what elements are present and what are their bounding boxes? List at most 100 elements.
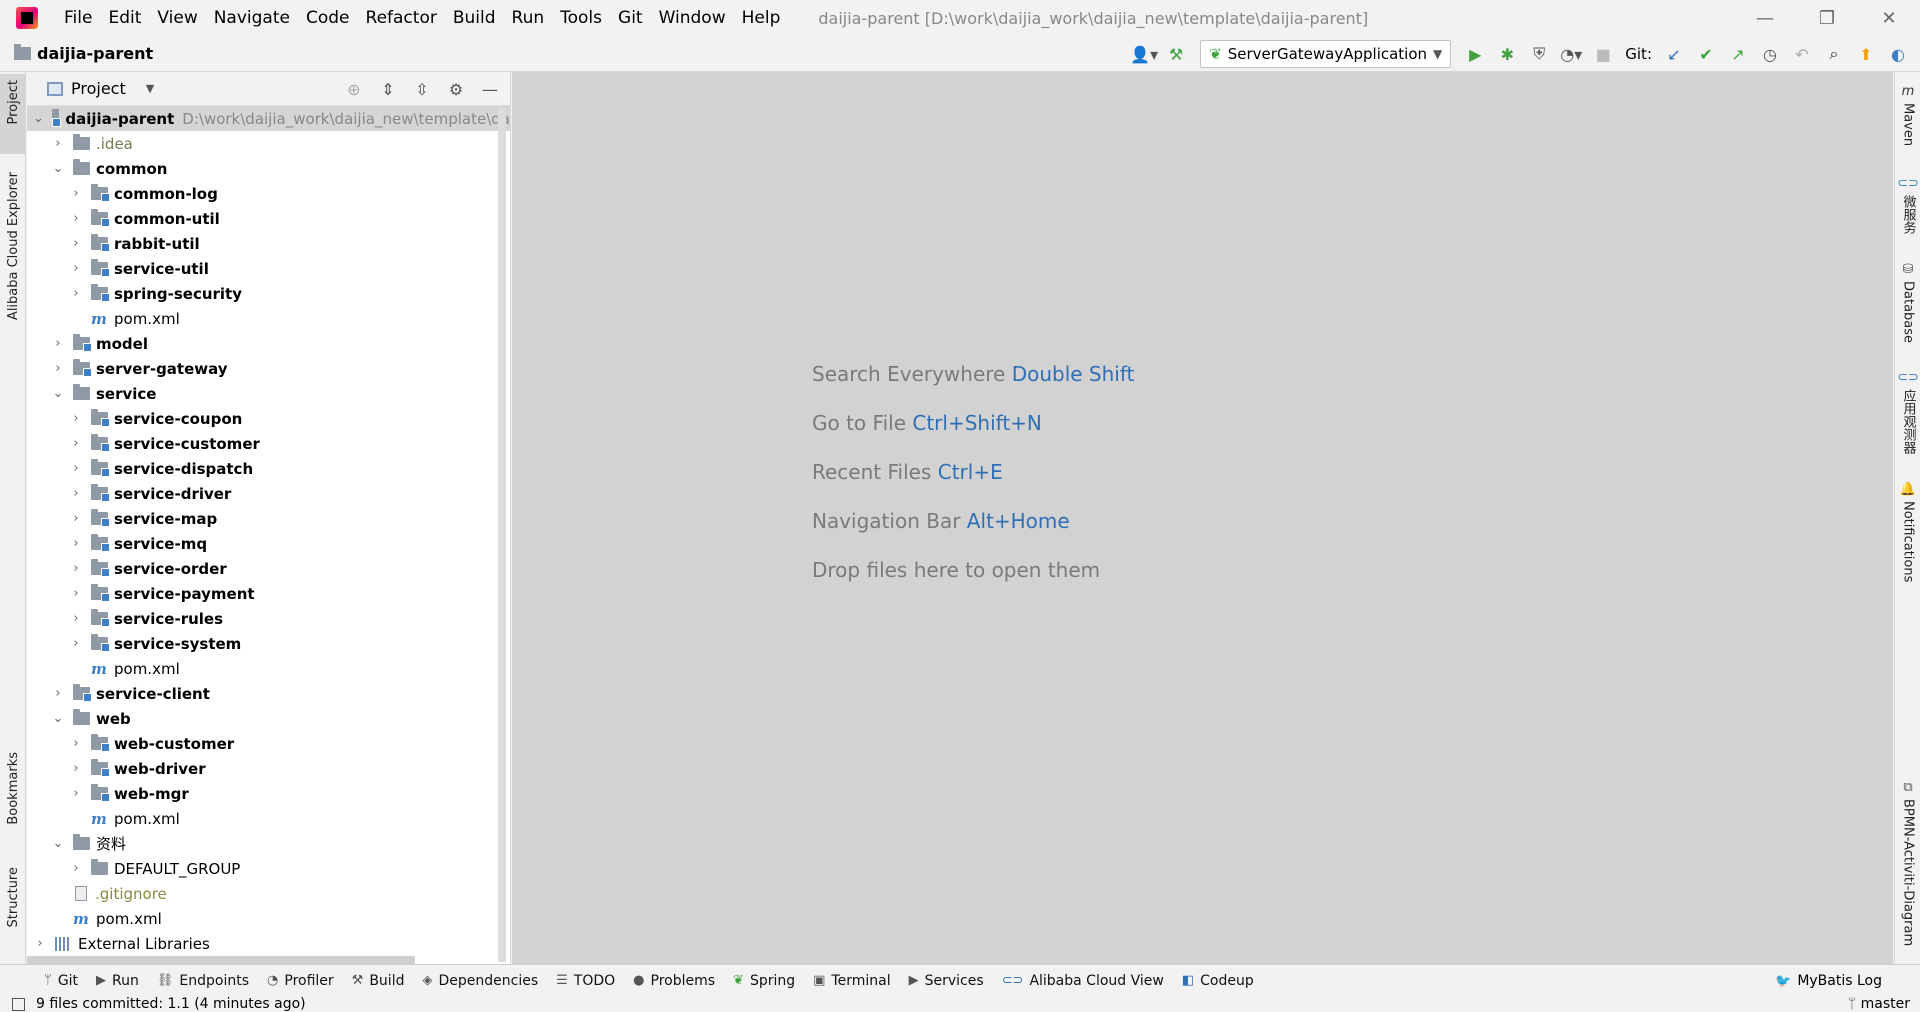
tree-node[interactable]: ⌄ service bbox=[27, 381, 510, 406]
project-view-selector[interactable]: Project ▼ bbox=[47, 79, 154, 98]
locate-icon[interactable]: ⊕ bbox=[340, 75, 368, 103]
tree-node[interactable]: › common-util bbox=[27, 206, 510, 231]
chevron-down-icon[interactable]: ⌄ bbox=[51, 161, 65, 176]
tab-notifications[interactable]: 🔔 Notifications bbox=[1895, 482, 1920, 582]
menu-item-file[interactable]: File bbox=[56, 0, 100, 36]
tree-node[interactable]: › web-customer bbox=[27, 731, 510, 756]
menu-item-git[interactable]: Git bbox=[610, 0, 651, 36]
update-icon[interactable]: ⬆ bbox=[1852, 40, 1880, 68]
tab-database[interactable]: ⛁ Database bbox=[1895, 262, 1920, 343]
tree-node[interactable]: ⌄ common bbox=[27, 156, 510, 181]
tab-project[interactable]: Project bbox=[0, 74, 26, 154]
tree-node[interactable]: › web-mgr bbox=[27, 781, 510, 806]
chevron-right-icon[interactable]: › bbox=[69, 536, 83, 551]
tool-window-endpoints[interactable]: ⛓ Endpoints bbox=[157, 973, 249, 989]
tree-node[interactable]: › service-dispatch bbox=[27, 456, 510, 481]
tree-node[interactable]: › DEFAULT_GROUP bbox=[27, 856, 510, 881]
chevron-right-icon[interactable]: › bbox=[69, 486, 83, 501]
chevron-right-icon[interactable]: › bbox=[51, 361, 65, 376]
run-icon[interactable]: ▶ bbox=[1461, 40, 1489, 68]
chevron-right-icon[interactable]: › bbox=[69, 511, 83, 526]
debug-icon[interactable]: ✱ bbox=[1493, 40, 1521, 68]
status-toggle-icon[interactable] bbox=[12, 998, 25, 1011]
tree-node[interactable]: › service-payment bbox=[27, 581, 510, 606]
run-configuration-select[interactable]: ❦ ServerGatewayApplication ▼ bbox=[1200, 40, 1452, 68]
search-icon[interactable]: ⌕ bbox=[1820, 40, 1848, 68]
tab-microservice[interactable]: ⊂⊃ 微服务 bbox=[1895, 176, 1920, 234]
tree-node[interactable]: › spring-security bbox=[27, 281, 510, 306]
chevron-right-icon[interactable]: › bbox=[69, 436, 83, 451]
chevron-right-icon[interactable]: › bbox=[51, 136, 65, 151]
toolbox-icon[interactable]: ◐ bbox=[1884, 40, 1912, 68]
tree-node[interactable]: › web-driver bbox=[27, 756, 510, 781]
chevron-right-icon[interactable]: › bbox=[51, 336, 65, 351]
restore-icon[interactable]: ❐ bbox=[1796, 0, 1858, 36]
chevron-right-icon[interactable]: › bbox=[69, 761, 83, 776]
chevron-right-icon[interactable]: › bbox=[33, 936, 47, 951]
tool-window-run[interactable]: ▶ Run bbox=[96, 973, 139, 989]
menu-item-tools[interactable]: Tools bbox=[552, 0, 610, 36]
chevron-right-icon[interactable]: › bbox=[69, 186, 83, 201]
git-push-icon[interactable]: ↗ bbox=[1724, 40, 1752, 68]
chevron-right-icon[interactable]: › bbox=[69, 586, 83, 601]
chevron-right-icon[interactable]: › bbox=[69, 261, 83, 276]
tree-node[interactable]: ›mpom.xml bbox=[27, 306, 510, 331]
menu-item-navigate[interactable]: Navigate bbox=[206, 0, 298, 36]
tree-node[interactable]: › .idea bbox=[27, 131, 510, 156]
tree-node[interactable]: › service-mq bbox=[27, 531, 510, 556]
tool-window-profiler[interactable]: ◔ Profiler bbox=[267, 973, 334, 989]
chevron-down-icon[interactable]: ⌄ bbox=[51, 711, 65, 726]
tree-node[interactable]: ⌄ 资料 bbox=[27, 831, 510, 856]
collapse-all-icon[interactable]: ⇳ bbox=[408, 75, 436, 103]
history-icon[interactable]: ◷ bbox=[1756, 40, 1784, 68]
tree-node[interactable]: › service-system bbox=[27, 631, 510, 656]
tab-app-monitor[interactable]: ⊂⊃ 应用观测器 bbox=[1895, 370, 1920, 454]
tree-node[interactable]: ⌄ web bbox=[27, 706, 510, 731]
menu-item-window[interactable]: Window bbox=[651, 0, 734, 36]
horizontal-scrollbar[interactable] bbox=[27, 956, 415, 964]
rollback-icon[interactable]: ↶ bbox=[1788, 40, 1816, 68]
chevron-right-icon[interactable]: › bbox=[69, 561, 83, 576]
tree-node[interactable]: › service-rules bbox=[27, 606, 510, 631]
chevron-right-icon[interactable]: › bbox=[69, 611, 83, 626]
git-update-icon[interactable]: ↙ bbox=[1660, 40, 1688, 68]
tree-node[interactable]: ›mpom.xml bbox=[27, 906, 510, 931]
expand-all-icon[interactable]: ⇕ bbox=[374, 75, 402, 103]
tool-window-mybatis-log[interactable]: 🐦 MyBatis Log bbox=[1775, 965, 1882, 997]
menu-item-view[interactable]: View bbox=[149, 0, 205, 36]
gear-icon[interactable]: ⚙ bbox=[442, 75, 470, 103]
tool-window-build[interactable]: ⚒ Build bbox=[352, 973, 405, 989]
tree-node[interactable]: › service-coupon bbox=[27, 406, 510, 431]
menu-item-help[interactable]: Help bbox=[734, 0, 789, 36]
chevron-down-icon[interactable]: ⌄ bbox=[33, 111, 44, 126]
chevron-right-icon[interactable]: › bbox=[69, 861, 83, 876]
git-commit-icon[interactable]: ✔ bbox=[1692, 40, 1720, 68]
tree-node[interactable]: › rabbit-util bbox=[27, 231, 510, 256]
chevron-right-icon[interactable]: › bbox=[69, 286, 83, 301]
tree-node[interactable]: › service-map bbox=[27, 506, 510, 531]
menu-item-run[interactable]: Run bbox=[504, 0, 553, 36]
menu-item-code[interactable]: Code bbox=[298, 0, 358, 36]
tool-window-codeup[interactable]: ◧ Codeup bbox=[1182, 973, 1254, 989]
tree-node[interactable]: › model bbox=[27, 331, 510, 356]
tab-alibaba-cloud-explorer[interactable]: Alibaba Cloud Explorer bbox=[0, 172, 26, 342]
menu-item-refactor[interactable]: Refactor bbox=[358, 0, 445, 36]
tab-structure[interactable]: Structure bbox=[0, 867, 26, 957]
git-branch-widget[interactable]: ᛘ master bbox=[1848, 996, 1910, 1012]
minimize-icon[interactable]: — bbox=[1734, 0, 1796, 36]
chevron-right-icon[interactable]: › bbox=[69, 211, 83, 226]
vertical-scrollbar[interactable] bbox=[498, 108, 506, 962]
tree-node[interactable]: › service-client bbox=[27, 681, 510, 706]
tree-node[interactable]: › service-order bbox=[27, 556, 510, 581]
build-hammer-icon[interactable]: ⚒ bbox=[1162, 40, 1190, 68]
status-message[interactable]: 9 files committed: 1.1 (4 minutes ago) bbox=[36, 996, 306, 1012]
chevron-right-icon[interactable]: › bbox=[69, 736, 83, 751]
chevron-down-icon[interactable]: ⌄ bbox=[51, 386, 65, 401]
tab-maven[interactable]: m Maven bbox=[1895, 84, 1920, 146]
stop-icon[interactable]: ■ bbox=[1589, 40, 1617, 68]
tool-window-alibaba-cloud-view[interactable]: ⊂⊃ Alibaba Cloud View bbox=[1002, 973, 1164, 989]
tree-node[interactable]: › External Libraries bbox=[27, 931, 510, 956]
tool-window-terminal[interactable]: ▣ Terminal bbox=[813, 973, 890, 989]
tool-window-problems[interactable]: ● Problems bbox=[633, 973, 715, 989]
tool-window-todo[interactable]: ☰ TODO bbox=[556, 973, 615, 989]
